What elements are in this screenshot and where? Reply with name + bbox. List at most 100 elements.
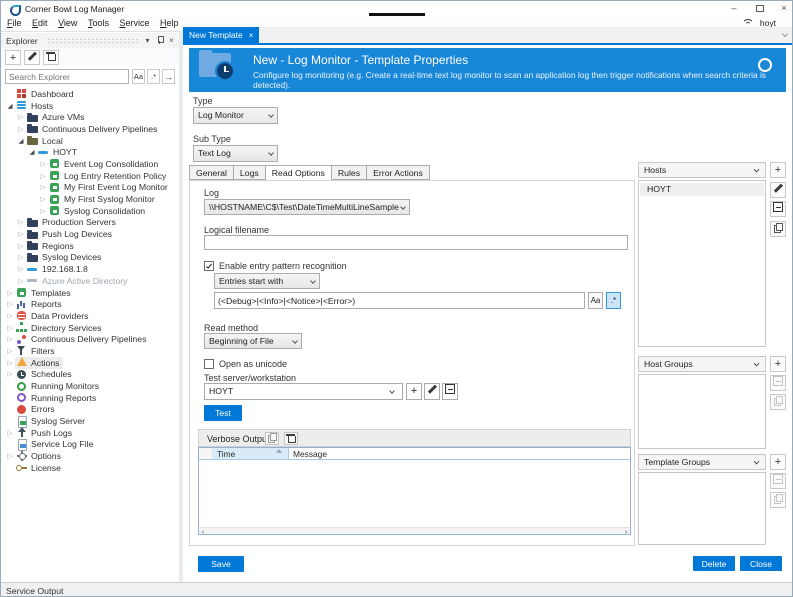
tree-item[interactable]: ▷Production Servers — [1, 217, 179, 229]
tree-item[interactable]: ▷192.168.1.8 — [1, 263, 179, 275]
tree-item-core[interactable]: Regions — [26, 240, 77, 252]
tree-item[interactable]: ▷Syslog Consolidation — [1, 205, 179, 217]
edit-server-button[interactable] — [424, 383, 440, 400]
expander-icon[interactable]: ▷ — [38, 172, 48, 180]
tree-item-core[interactable]: My First Syslog Monitor — [48, 193, 158, 205]
read-method-select[interactable]: Beginning of File — [204, 333, 302, 349]
minimize-button[interactable]: – — [725, 2, 743, 15]
message-column-header[interactable]: Message — [289, 448, 630, 459]
copy-host-group-button[interactable] — [770, 394, 786, 410]
tree-item-core[interactable]: Log Entry Retention Policy — [48, 170, 169, 182]
expander-icon[interactable]: ◢ — [16, 137, 26, 145]
clear-output-button[interactable] — [284, 432, 298, 445]
pattern-mode-select[interactable]: Entries start with — [214, 273, 320, 289]
host-groups-section-header[interactable]: Host Groups — [638, 356, 766, 372]
subtype-select[interactable]: Text Log — [193, 145, 278, 162]
pattern-checkbox[interactable] — [204, 261, 214, 271]
pin-icon[interactable] — [154, 35, 165, 47]
add-server-button[interactable]: + — [406, 383, 422, 400]
tree-item[interactable]: ▷Push Logs — [1, 427, 179, 439]
horizontal-scrollbar[interactable] — [199, 527, 630, 534]
type-select[interactable]: Log Monitor — [193, 107, 278, 124]
copy-host-button[interactable] — [770, 221, 786, 237]
expander-icon[interactable]: ▷ — [5, 429, 15, 437]
add-host-button[interactable]: + — [770, 162, 786, 178]
tree-item[interactable]: Errors — [1, 404, 179, 416]
tree-item[interactable]: Running Monitors — [1, 380, 179, 392]
tab-error-actions[interactable]: Error Actions — [367, 165, 430, 180]
tree-item-core[interactable]: Data Providers — [15, 310, 91, 322]
scroll-left-icon[interactable] — [201, 530, 204, 534]
tree-item[interactable]: ▷Actions — [1, 357, 179, 369]
tree-item-core[interactable]: Actions — [15, 357, 63, 369]
expander-icon[interactable]: ▷ — [5, 370, 15, 378]
tree-item-core[interactable]: Filters — [15, 345, 58, 357]
tree-item[interactable]: ◢HOYT — [1, 146, 179, 158]
expander-icon[interactable]: ▷ — [16, 125, 26, 133]
tree-item[interactable]: ◢Local — [1, 135, 179, 147]
tree-item[interactable]: ▷Event Log Consolidation — [1, 158, 179, 170]
template-groups-section-header[interactable]: Template Groups — [638, 454, 766, 470]
tree-item-core[interactable]: Azure Active Directory — [26, 275, 130, 287]
regex-button[interactable]: .* — [147, 69, 160, 84]
menu-edit[interactable]: Edit — [32, 16, 48, 31]
tree-item-core[interactable]: Local — [26, 135, 66, 147]
tree-item[interactable]: ▷Regions — [1, 240, 179, 252]
expander-icon[interactable]: ▷ — [5, 289, 15, 297]
tree-item-core[interactable]: Directory Services — [15, 322, 104, 334]
tree-item[interactable]: ▷Push Log Devices — [1, 228, 179, 240]
test-server-select[interactable]: HOYT — [204, 383, 403, 400]
hosts-section-header[interactable]: Hosts — [638, 162, 766, 178]
tree-item-core[interactable]: Dashboard — [15, 88, 77, 100]
tree-item[interactable]: ▷My First Event Log Monitor — [1, 182, 179, 194]
expander-icon[interactable]: ▷ — [16, 218, 26, 226]
menu-file[interactable]: File — [7, 16, 22, 31]
expander-icon[interactable]: ▷ — [5, 312, 15, 320]
tree-item[interactable]: Dashboard — [1, 88, 179, 100]
search-go-button[interactable]: → — [162, 69, 175, 84]
template-groups-list[interactable] — [638, 472, 766, 545]
expander-icon[interactable]: ▷ — [16, 277, 26, 285]
tree-item-core[interactable]: Event Log Consolidation — [48, 158, 161, 170]
panel-menu-icon[interactable]: ▾ — [142, 35, 153, 47]
remove-host-group-button[interactable] — [770, 375, 786, 391]
regex-toggle-button[interactable]: .* — [606, 292, 621, 309]
tab-read-options[interactable]: Read Options — [266, 165, 332, 180]
log-select[interactable]: \\HOSTNAME\C$\Test\DateTimeMultiLineSamp… — [204, 199, 410, 215]
expander-icon[interactable]: ▷ — [5, 300, 15, 308]
tree-item[interactable]: ▷Continuous Delivery Pipelines — [1, 123, 179, 135]
tree-item[interactable]: ▷Syslog Devices — [1, 252, 179, 264]
expander-icon[interactable]: ▷ — [38, 207, 48, 215]
tab-overflow-icon[interactable] — [782, 31, 788, 37]
drag-grip[interactable] — [47, 38, 139, 44]
tree-item-core[interactable]: Schedules — [15, 369, 75, 381]
pattern-regex-input[interactable] — [214, 292, 585, 309]
tree-item-core[interactable]: HOYT — [37, 146, 80, 158]
tab-logs[interactable]: Logs — [234, 165, 266, 180]
tree-item-core[interactable]: Production Servers — [26, 217, 119, 229]
host-list-item[interactable]: HOYT — [640, 183, 764, 196]
tree-item[interactable]: ▷Azure VMs — [1, 111, 179, 123]
tree-item[interactable]: Running Reports — [1, 392, 179, 404]
expander-icon[interactable]: ▷ — [5, 335, 15, 343]
close-window-button[interactable]: × — [775, 2, 793, 15]
expander-icon[interactable]: ▷ — [16, 265, 26, 273]
tree-item[interactable]: ▷Directory Services — [1, 322, 179, 334]
time-column-header[interactable]: Time — [213, 448, 289, 459]
edit-host-button[interactable] — [770, 182, 786, 198]
menu-service[interactable]: Service — [119, 16, 149, 31]
tree-item-core[interactable]: Push Logs — [15, 427, 75, 439]
menu-tools[interactable]: Tools — [88, 16, 109, 31]
tree-item-core[interactable]: Continuous Delivery Pipelines — [15, 333, 149, 345]
match-case-button[interactable]: Aa — [132, 69, 145, 84]
expander-icon[interactable]: ▷ — [5, 359, 15, 367]
expander-icon[interactable]: ▷ — [5, 324, 15, 332]
tree-item[interactable]: Syslog Server — [1, 415, 179, 427]
tree-item-core[interactable]: Continuous Delivery Pipelines — [26, 123, 160, 135]
scroll-right-icon[interactable] — [625, 530, 628, 534]
expander-icon[interactable]: ▷ — [5, 452, 15, 460]
match-case-button[interactable]: Aa — [588, 292, 603, 309]
add-button[interactable]: + — [5, 50, 21, 65]
tree-item-core[interactable]: Options — [15, 450, 64, 462]
tree-item-core[interactable]: Templates — [15, 287, 74, 299]
